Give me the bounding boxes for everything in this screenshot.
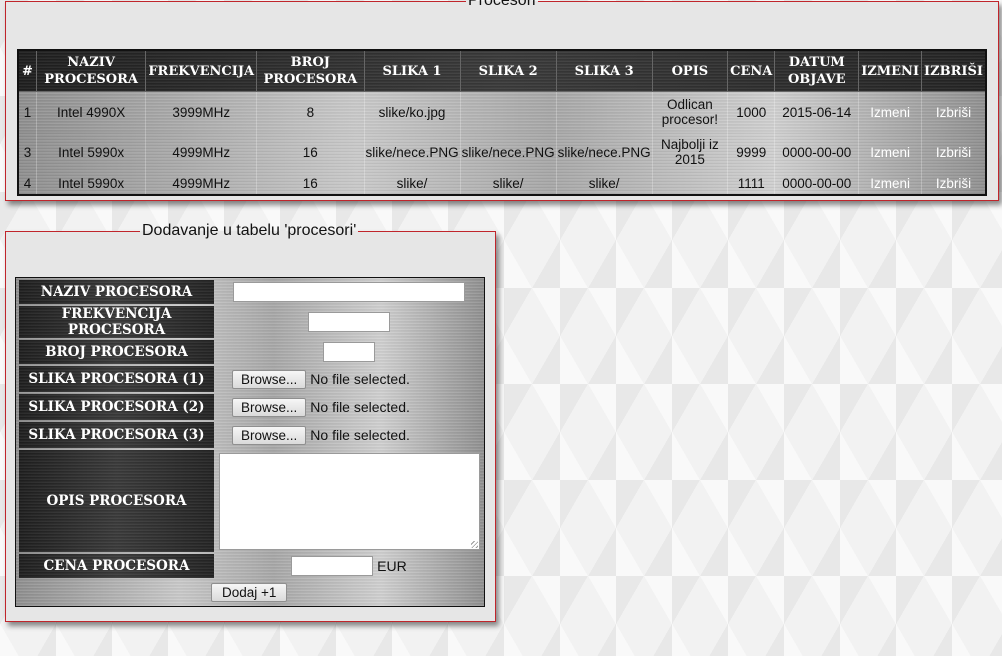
col-header-slika2: SLIKA 2 [459, 49, 557, 92]
col-header-slika3: SLIKA 3 [555, 49, 653, 92]
cell-naziv: Intel 5990x [35, 172, 146, 195]
cell-slika3: slike/ [555, 172, 653, 195]
izmeni-link[interactable]: Izmeni [858, 91, 922, 132]
cell-slika2 [459, 91, 557, 132]
col-header-izbrisi: IZBRIŠI [921, 49, 987, 92]
izmeni-link[interactable]: Izmeni [858, 172, 922, 195]
procesori-legend: Procesori [468, 0, 536, 9]
opis-label: OPIS PROCESORA [19, 450, 214, 552]
cell-frekvencija: 3999MHz [145, 91, 257, 132]
cell-cena: 1111 [727, 172, 775, 195]
slika2-file-status: No file selected. [310, 399, 410, 415]
slika3-browse-button[interactable]: Browse... [232, 425, 307, 445]
izbrisi-link[interactable]: Izbriši [921, 132, 986, 172]
table-row: 4 Intel 5990x 4999MHz 16 slike/ slike/ s… [17, 172, 986, 195]
izbrisi-link[interactable]: Izbriši [921, 172, 986, 195]
cell-cena: 1000 [727, 91, 775, 132]
cell-datum: 0000-00-00 [774, 172, 859, 195]
dodaj-button[interactable]: Dodaj +1 [211, 582, 288, 602]
cell-id: 1 [17, 91, 37, 132]
slika3-file-status: No file selected. [310, 427, 410, 443]
cell-slika2: slike/ [459, 172, 557, 195]
col-header-opis: OPIS [651, 49, 729, 92]
cell-slika3 [555, 91, 653, 132]
cell-slika1: slike/ko.jpg [363, 91, 461, 132]
cena-input[interactable] [291, 556, 374, 576]
dodavanje-panel: Dodavanje u tabelu 'procesori' NAZIV PRO… [5, 222, 496, 622]
cena-label: CENA PROCESORA [19, 554, 214, 578]
cell-broj: 16 [256, 132, 365, 172]
slika2-browse-button[interactable]: Browse... [232, 397, 307, 417]
resize-handle-icon[interactable] [470, 540, 478, 548]
slika1-file-status: No file selected. [310, 371, 410, 387]
cell-slika1: slike/nece.PNG [363, 132, 461, 172]
cell-opis: Najbolji iz 2015 [651, 132, 728, 172]
currency-label: EUR [377, 558, 407, 574]
table-row: 3 Intel 5990x 4999MHz 16 slike/nece.PNG … [17, 132, 986, 172]
cell-opis [651, 172, 728, 195]
cell-broj: 8 [256, 91, 365, 132]
cell-datum: 2015-06-14 [774, 91, 859, 132]
slika1-browse-button[interactable]: Browse... [232, 369, 307, 389]
col-header-slika1: SLIKA 1 [363, 49, 461, 92]
cell-id: 4 [17, 172, 37, 195]
table-row: 1 Intel 4990X 3999MHz 8 slike/ko.jpg Odl… [17, 91, 986, 132]
col-header-izmeni: IZMENI [858, 49, 923, 92]
slika3-label: SLIKA PROCESORA (3) [19, 422, 214, 448]
izmeni-link[interactable]: Izmeni [858, 132, 922, 172]
add-processor-form: NAZIV PROCESORA FREKVENCIJA PROCESORA BR… [15, 277, 485, 607]
frekvencija-input[interactable] [308, 312, 390, 332]
cell-naziv: Intel 5990x [35, 132, 146, 172]
cell-cena: 9999 [727, 132, 775, 172]
broj-label: BROJ PROCESORA [19, 340, 214, 364]
col-header-id: # [17, 49, 37, 92]
cell-naziv: Intel 4990X [35, 91, 146, 132]
frekvencija-label: FREKVENCIJA PROCESORA [19, 306, 214, 338]
cell-broj: 16 [256, 172, 365, 195]
col-header-broj: BROJ PROCESORA [256, 49, 365, 92]
procesori-table: # NAZIV PROCESORA FREKVENCIJA BROJ PROCE… [17, 49, 987, 196]
naziv-input[interactable] [233, 282, 465, 302]
cell-slika3: slike/nece.PNG [555, 132, 653, 172]
naziv-label: NAZIV PROCESORA [19, 280, 214, 304]
opis-textarea[interactable] [218, 452, 480, 550]
cell-opis: Odlican procesor! [651, 91, 728, 132]
slika2-label: SLIKA PROCESORA (2) [19, 394, 214, 420]
slika1-label: SLIKA PROCESORA (1) [19, 366, 214, 392]
dodavanje-legend: Dodavanje u tabelu 'procesori' [142, 222, 357, 239]
cell-frekvencija: 4999MHz [145, 172, 257, 195]
broj-input[interactable] [323, 342, 375, 362]
col-header-cena: CENA [727, 49, 776, 92]
cell-frekvencija: 4999MHz [145, 132, 257, 172]
cell-datum: 0000-00-00 [774, 132, 859, 172]
cell-slika1: slike/ [363, 172, 461, 195]
col-header-naziv: NAZIV PROCESORA [35, 49, 147, 92]
table-header-row: # NAZIV PROCESORA FREKVENCIJA BROJ PROCE… [17, 49, 987, 92]
cell-slika2: slike/nece.PNG [459, 132, 557, 172]
izbrisi-link[interactable]: Izbriši [921, 91, 986, 132]
cell-id: 3 [17, 132, 37, 172]
procesori-panel: Procesori # NAZIV PROCESORA FREKVENCIJA … [5, 0, 999, 201]
col-header-frekvencija: FREKVENCIJA [145, 49, 258, 92]
col-header-datum: DATUM OBJAVE [774, 49, 860, 92]
